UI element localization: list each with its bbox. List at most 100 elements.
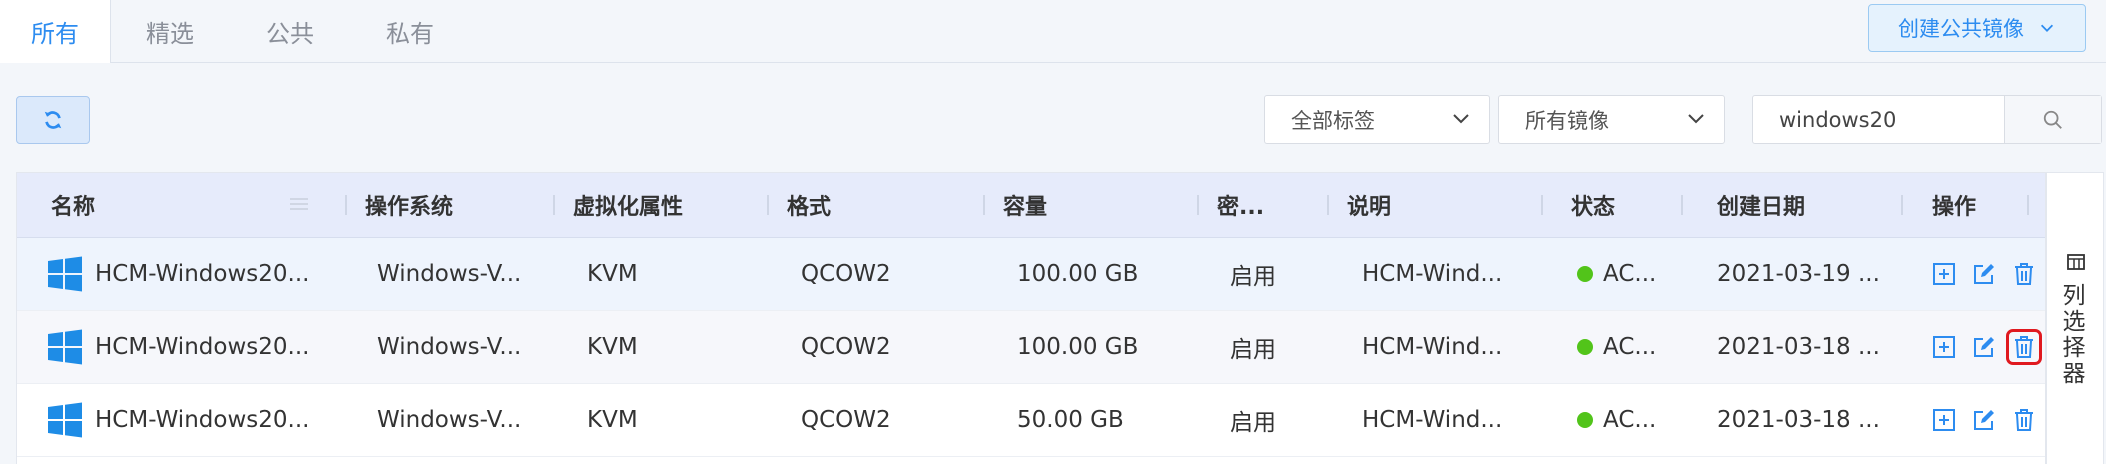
refresh-icon <box>44 111 62 129</box>
column-header-name[interactable]: 名称 <box>51 173 95 237</box>
image-name[interactable]: HCM-Windows20... <box>95 334 309 360</box>
column-divider[interactable] <box>1327 195 1329 215</box>
tab-public[interactable]: 公共 <box>235 0 345 62</box>
image-name[interactable]: HCM-Windows20... <box>95 407 309 433</box>
column-header-format[interactable]: 格式 <box>787 173 831 237</box>
plus-square-icon <box>1933 336 1955 358</box>
drag-handle-icon[interactable] <box>289 197 309 211</box>
search-box <box>1752 95 2102 144</box>
windows-icon <box>48 402 82 438</box>
virtualization-cell: KVM <box>587 261 638 287</box>
image-table: 名称 操作系统 虚拟化属性 格式 容量 密... 说明 状态 创建日期 操作 H… <box>16 172 2046 464</box>
capacity-cell: 50.00 GB <box>1017 407 1124 433</box>
tab-label: 精选 <box>146 19 194 48</box>
column-divider[interactable] <box>345 195 347 215</box>
edit-button[interactable] <box>1971 261 1997 287</box>
tag-filter-value: 全部标签 <box>1291 108 1375 133</box>
virtualization-cell: KVM <box>587 407 638 433</box>
tab-private[interactable]: 私有 <box>355 0 465 62</box>
tab-label: 公共 <box>266 19 314 48</box>
encryption-cell: 启用 <box>1230 264 1276 290</box>
plus-square-icon <box>1933 409 1955 431</box>
edit-icon <box>1974 337 1994 357</box>
image-name[interactable]: HCM-Windows20... <box>95 261 309 287</box>
created-date-cell: 2021-03-18 ... <box>1717 334 1880 360</box>
column-divider[interactable] <box>983 195 985 215</box>
column-divider[interactable] <box>767 195 769 215</box>
tab-bar: 所有 精选 公共 私有 创建公共镜像 <box>0 0 2106 63</box>
encryption-cell: 启用 <box>1230 337 1276 363</box>
status-dot-icon <box>1577 412 1593 428</box>
status-text: AC... <box>1603 261 1657 287</box>
chevron-down-icon <box>2040 24 2054 32</box>
tab-label: 所有 <box>31 20 79 48</box>
column-header-status[interactable]: 状态 <box>1571 173 1615 237</box>
status-text: AC... <box>1603 334 1657 360</box>
delete-button[interactable] <box>2011 261 2037 287</box>
create-instance-button[interactable] <box>1931 261 1957 287</box>
column-header-capacity[interactable]: 容量 <box>1003 173 1047 237</box>
description-cell: HCM-Wind... <box>1362 261 1503 287</box>
table-row[interactable]: HCM-Windows20... Windows-V... KVM QCOW2 … <box>17 238 2045 311</box>
chevron-down-icon <box>1688 114 1704 124</box>
column-selector-button[interactable]: 列选择器 <box>2046 172 2104 464</box>
edit-icon <box>1974 264 1994 284</box>
image-name-cell: HCM-Windows20... <box>47 238 309 310</box>
tab-all[interactable]: 所有 <box>0 0 111 63</box>
status-cell: AC... <box>1577 238 1656 310</box>
column-divider[interactable] <box>1681 195 1683 215</box>
column-selector-label: 列选择器 <box>2062 283 2086 387</box>
description-cell: HCM-Wind... <box>1362 407 1503 433</box>
format-cell: QCOW2 <box>801 261 891 287</box>
delete-button[interactable] <box>2006 329 2042 365</box>
status-dot-icon <box>1577 266 1593 282</box>
status-cell: AC... <box>1577 384 1656 456</box>
trash-icon <box>2015 263 2033 285</box>
image-name-cell: HCM-Windows20... <box>47 384 309 456</box>
windows-icon <box>48 329 82 365</box>
os-cell: Windows-V... <box>377 334 522 360</box>
column-header-encryption[interactable]: 密... <box>1217 173 1264 237</box>
create-instance-button[interactable] <box>1931 334 1957 360</box>
capacity-cell: 100.00 GB <box>1017 334 1139 360</box>
tab-featured[interactable]: 精选 <box>115 0 225 62</box>
status-cell: AC... <box>1577 311 1656 383</box>
delete-button[interactable] <box>2011 407 2037 433</box>
refresh-button[interactable] <box>16 96 90 144</box>
create-public-image-button[interactable]: 创建公共镜像 <box>1868 4 2086 52</box>
edit-icon <box>1974 410 1994 430</box>
table-row[interactable]: HCM-Windows20... Windows-V... KVM QCOW2 … <box>17 311 2045 384</box>
column-divider[interactable] <box>553 195 555 215</box>
encryption-cell: 启用 <box>1230 410 1276 436</box>
column-divider[interactable] <box>1541 195 1543 215</box>
column-divider[interactable] <box>1901 195 1903 215</box>
column-divider[interactable] <box>2027 195 2029 215</box>
search-input[interactable] <box>1753 96 2005 143</box>
tab-label: 私有 <box>386 19 434 48</box>
edit-button[interactable] <box>1971 407 1997 433</box>
edit-button[interactable] <box>1971 334 1997 360</box>
column-header-created-date[interactable]: 创建日期 <box>1717 173 1805 237</box>
column-divider[interactable] <box>1197 195 1199 215</box>
virtualization-cell: KVM <box>587 334 638 360</box>
table-header: 名称 操作系统 虚拟化属性 格式 容量 密... 说明 状态 创建日期 操作 <box>17 173 2045 238</box>
column-header-actions: 操作 <box>1932 195 1977 220</box>
created-date-cell: 2021-03-19 ... <box>1717 261 1880 287</box>
os-cell: Windows-V... <box>377 407 522 433</box>
column-header-os[interactable]: 操作系统 <box>365 173 453 237</box>
windows-icon <box>48 256 82 292</box>
create-instance-button[interactable] <box>1931 407 1957 433</box>
plus-square-icon <box>1933 263 1955 285</box>
table-row[interactable]: HCM-Windows20... Windows-V... KVM QCOW2 … <box>17 384 2045 457</box>
image-name-cell: HCM-Windows20... <box>47 311 309 383</box>
description-cell: HCM-Wind... <box>1362 334 1503 360</box>
tag-filter-select[interactable]: 全部标签 <box>1264 95 1490 144</box>
column-header-description[interactable]: 说明 <box>1347 173 1391 237</box>
column-header-virtualization[interactable]: 虚拟化属性 <box>573 173 683 237</box>
search-icon <box>2043 110 2062 129</box>
capacity-cell: 100.00 GB <box>1017 261 1139 287</box>
os-cell: Windows-V... <box>377 261 522 287</box>
search-button[interactable] <box>2004 96 2101 143</box>
trash-icon <box>2015 409 2033 431</box>
image-filter-select[interactable]: 所有镜像 <box>1498 95 1725 144</box>
